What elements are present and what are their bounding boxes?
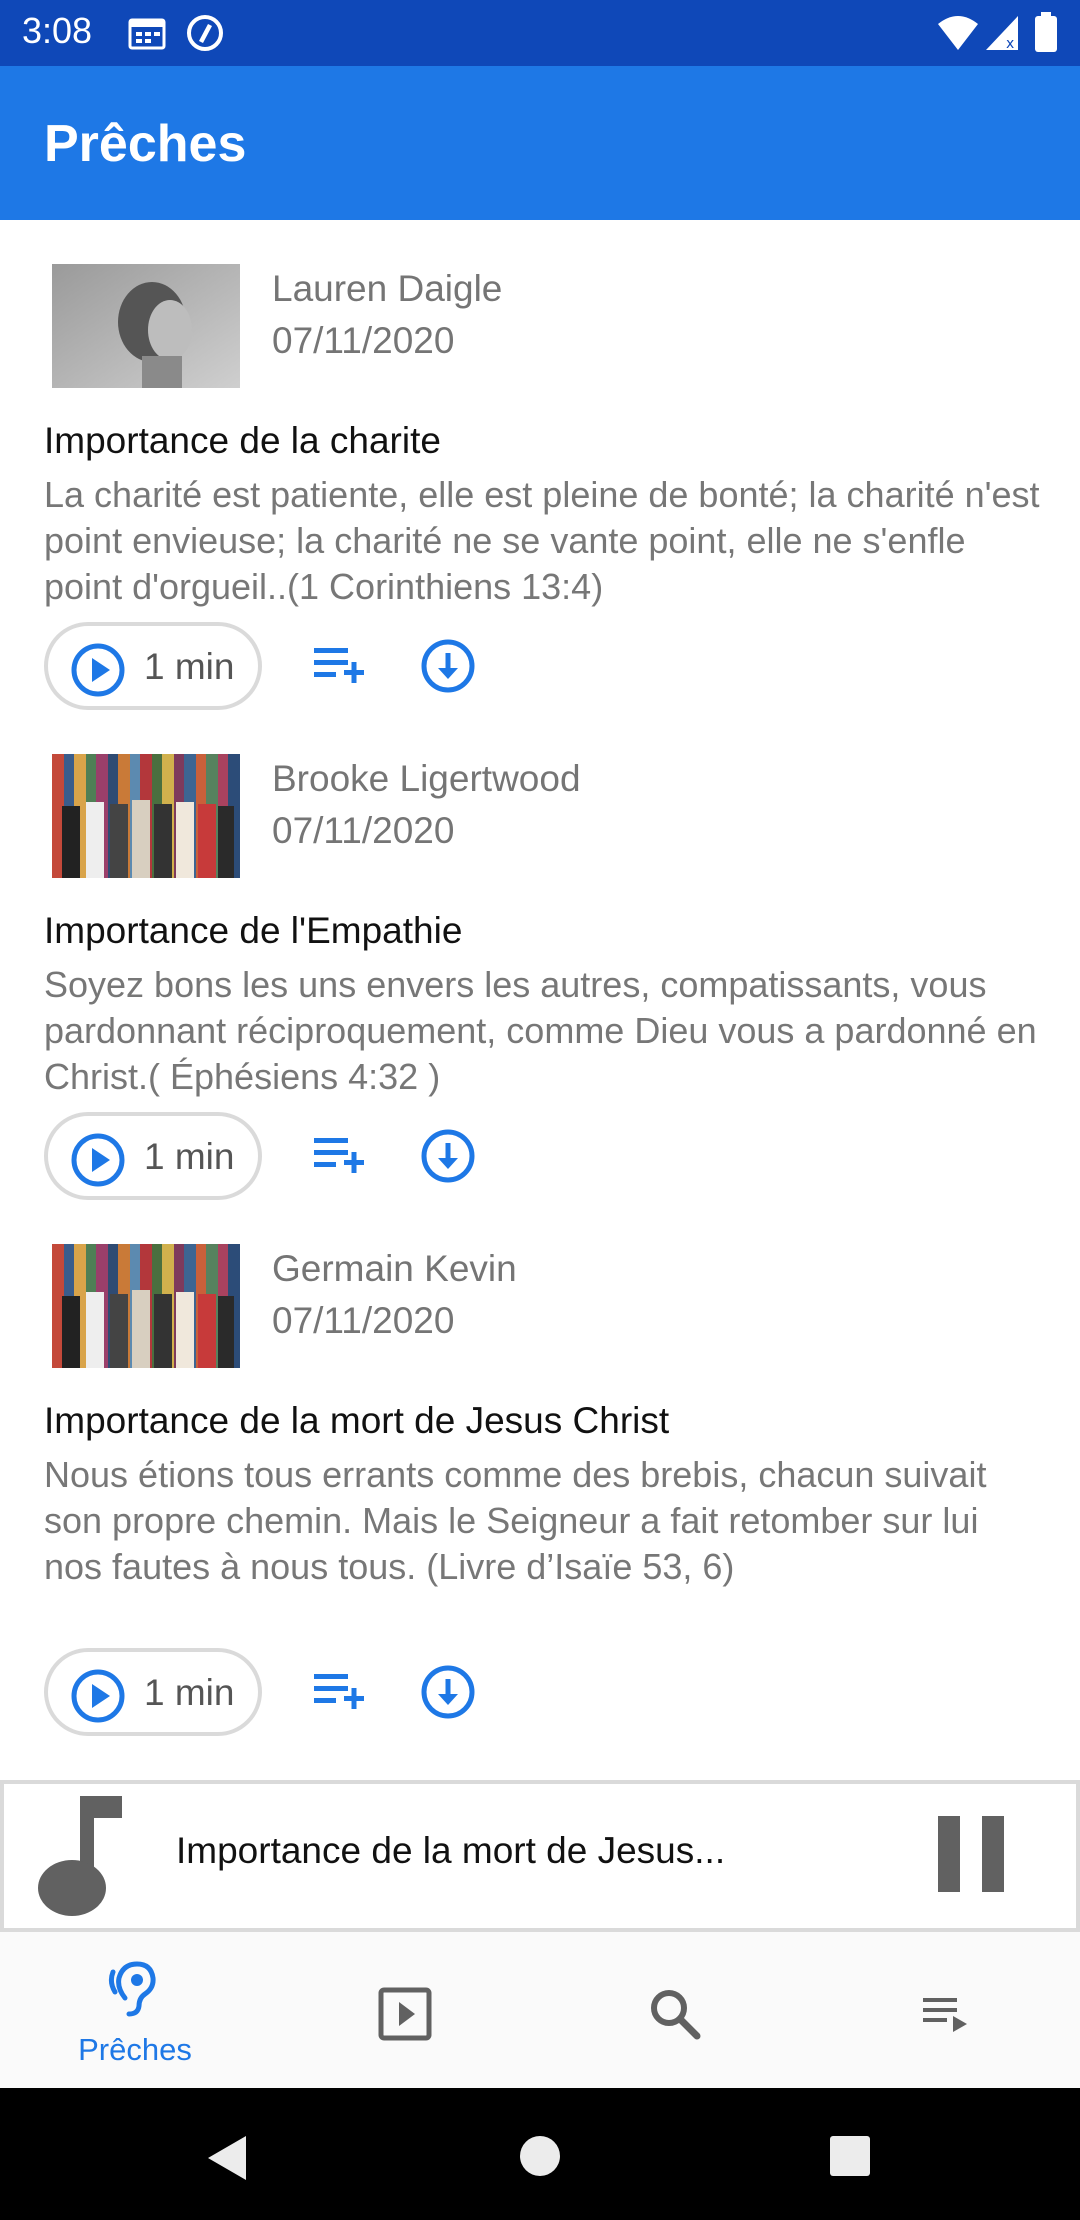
sermon-author: Germain Kevin: [272, 1248, 517, 1289]
nav-search[interactable]: [540, 1932, 810, 2088]
sermon-title: Importance de la mort de Jesus Christ: [44, 1400, 670, 1441]
play-box-icon: [378, 1987, 432, 2041]
artist-photo: [52, 1244, 240, 1368]
sermon-title: Importance de la charite: [44, 420, 441, 461]
sermon-actions: 1 min: [44, 1648, 644, 1736]
sermon-list[interactable]: Lauren Daigle 07/11/2020 Importance de l…: [0, 220, 1080, 1780]
status-bar: 3:08 x: [0, 0, 1080, 66]
queue-icon: [923, 1998, 967, 2032]
sermon-author: Brooke Ligertwood: [272, 758, 581, 799]
app-bar: Prêches: [0, 66, 1080, 220]
sermon-description: Soyez bons les uns envers les autres, co…: [44, 964, 1037, 1097]
back-icon[interactable]: [204, 2134, 250, 2182]
sermon-date: 07/11/2020: [272, 1300, 455, 1341]
nav-videos[interactable]: [270, 1932, 540, 2088]
sermon-card[interactable]: Lauren Daigle 07/11/2020 Importance de l…: [0, 220, 1080, 710]
sermon-card[interactable]: Germain Kevin 07/11/2020 Importance de l…: [0, 1200, 1080, 1760]
playlist-add-icon[interactable]: [308, 1662, 368, 1722]
duration-label: 1 min: [144, 646, 235, 687]
sermon-actions: 1 min: [44, 622, 644, 710]
sermon-date: 07/11/2020: [272, 320, 455, 361]
home-icon[interactable]: [518, 2134, 562, 2178]
sermon-actions: 1 min: [44, 1112, 644, 1200]
duration-label: 1 min: [144, 1136, 235, 1177]
download-icon[interactable]: [418, 1662, 478, 1722]
artist-photo: [52, 264, 240, 388]
svg-text:x: x: [1006, 36, 1014, 52]
download-icon[interactable]: [418, 636, 478, 696]
signal-icon: x: [986, 16, 1018, 52]
recents-icon[interactable]: [828, 2134, 872, 2178]
nav-label: Prêches: [78, 2032, 192, 2067]
at-sign-icon: [187, 15, 223, 51]
search-icon: [651, 1990, 701, 2040]
playlist-add-icon[interactable]: [308, 1126, 368, 1186]
play-circle-icon: [71, 643, 125, 697]
mini-player[interactable]: Importance de la mort de Jesus...: [0, 1780, 1080, 1932]
page-title: Prêches: [44, 115, 247, 173]
pause-icon[interactable]: [936, 1814, 1006, 1894]
system-navigation-bar: [0, 2088, 1080, 2220]
sermon-description: Nous étions tous errants comme des brebi…: [44, 1454, 987, 1587]
hearing-icon: [108, 1961, 156, 2017]
download-icon[interactable]: [418, 1126, 478, 1186]
play-duration-button[interactable]: 1 min: [44, 1112, 262, 1200]
now-playing-title: Importance de la mort de Jesus...: [176, 1830, 726, 1871]
play-circle-icon: [71, 1133, 125, 1187]
status-time: 3:08: [22, 10, 93, 51]
artist-photo: [52, 754, 240, 878]
nav-queue[interactable]: [810, 1932, 1080, 2088]
playlist-add-icon[interactable]: [308, 636, 368, 696]
duration-label: 1 min: [144, 1672, 235, 1713]
sermon-date: 07/11/2020: [272, 810, 455, 851]
sermon-author: Lauren Daigle: [272, 268, 503, 309]
sermon-title: Importance de l'Empathie: [44, 910, 463, 951]
play-duration-button[interactable]: 1 min: [44, 622, 262, 710]
calendar-icon: [128, 18, 166, 50]
sermon-card[interactable]: Brooke Ligertwood 07/11/2020 Importance …: [0, 710, 1080, 1200]
play-duration-button[interactable]: 1 min: [44, 1648, 262, 1736]
bottom-navigation: Prêches: [0, 1932, 1080, 2088]
sermon-description: La charité est patiente, elle est pleine…: [44, 474, 1040, 607]
play-circle-icon: [71, 1669, 125, 1723]
nav-preches[interactable]: Prêches: [0, 1932, 270, 2088]
battery-icon: [1035, 12, 1057, 52]
wifi-icon: [938, 16, 978, 50]
music-note-icon: [38, 1796, 122, 1916]
